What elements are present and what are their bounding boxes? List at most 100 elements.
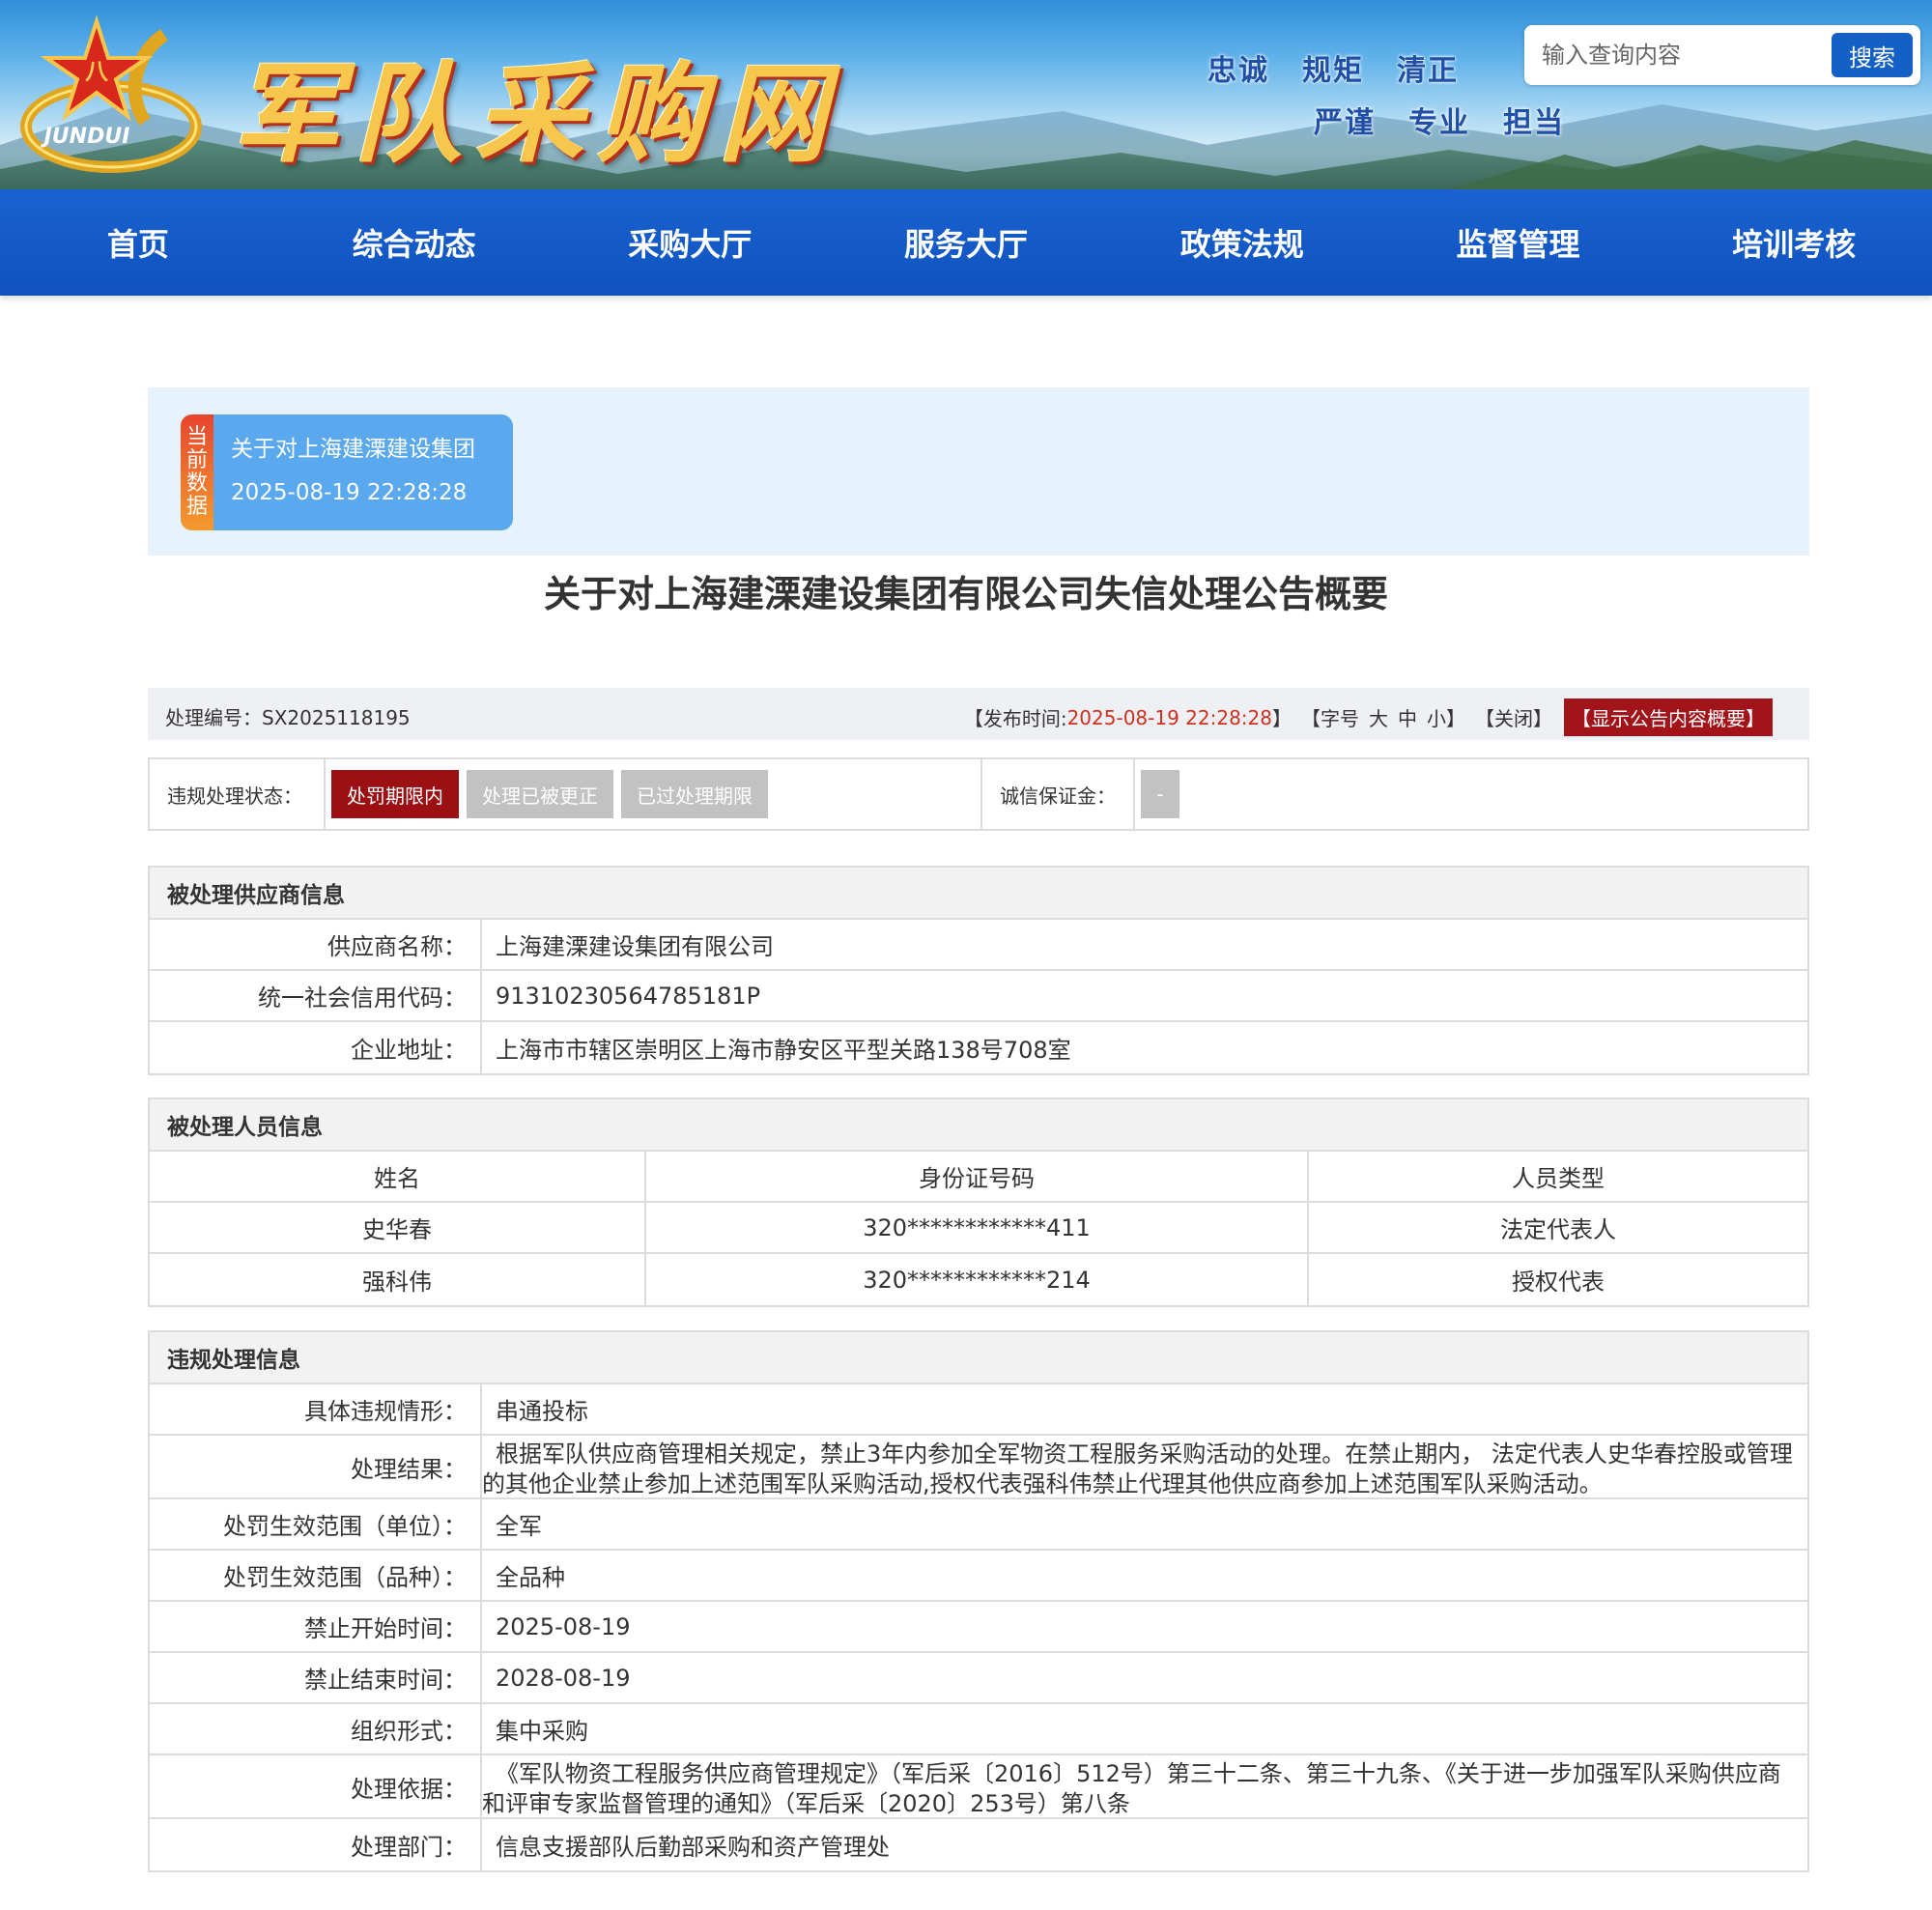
section-title: 违规处理信息: [150, 1332, 1807, 1384]
person-name: 史华春: [150, 1203, 646, 1252]
legal-basis: 《军队物资工程服务供应商管理规定》（军后采〔2016〕512号）第三十二条、第三…: [482, 1760, 1781, 1817]
current-data-title: 关于对上海建溧建设集团: [231, 437, 475, 462]
info-row: 统一社会信用代码： 91310230564785181P: [150, 971, 1807, 1022]
violation-section: 违规处理信息 具体违规情形： 串通投标 处理结果： 根据军队供应商管理相关规定，…: [148, 1330, 1809, 1872]
current-data-card[interactable]: 当前数据 关于对上海建溧建设集团 2025-08-19 22:28:28: [181, 414, 513, 530]
nav-item-training[interactable]: 培训考核: [1656, 189, 1932, 296]
row-label: 处罚生效范围（品种）：: [150, 1551, 482, 1600]
status-row: 违规处理状态： 处罚期限内 处理已被更正 已过处理期限 诚信保证金： -: [148, 757, 1809, 831]
info-row: 处理部门： 信息支援部队后勤部采购和资产管理处: [150, 1819, 1807, 1870]
page-title: 关于对上海建溧建设集团有限公司失信处理公告概要: [543, 573, 1388, 615]
info-row: 具体违规情形： 串通投标: [150, 1384, 1807, 1436]
case-number-label: 处理编号：: [165, 706, 262, 729]
credit-code: 91310230564785181P: [496, 982, 761, 1010]
font-size-large[interactable]: 大: [1369, 703, 1388, 731]
motto-row-2: 严谨 专业 担当: [1314, 99, 1598, 141]
row-label: 禁止结束时间：: [150, 1653, 482, 1702]
close-link[interactable]: 【关闭】: [1475, 703, 1552, 731]
info-row: 企业地址： 上海市市辖区崇明区上海市静安区平型关路138号708室: [150, 1022, 1807, 1073]
person-name: 强科伟: [150, 1254, 646, 1305]
nav-item-supervision[interactable]: 监督管理: [1380, 189, 1657, 296]
person-id: 320************214: [646, 1254, 1309, 1305]
deposit-badge: -: [1141, 770, 1179, 818]
handling-department: 信息支援部队后勤部采购和资产管理处: [496, 1834, 890, 1861]
meta-bar: 处理编号：SX2025118195 【发布时间: 2025-08-19 22:2…: [148, 688, 1809, 740]
case-number: 处理编号：SX2025118195: [165, 702, 411, 730]
info-row: 禁止结束时间： 2028-08-19: [150, 1653, 1807, 1704]
current-data-strip: 当前数据 关于对上海建溧建设集团 2025-08-19 22:28:28: [148, 387, 1809, 556]
svg-text:JUNDUI: JUNDUI: [41, 125, 130, 149]
section-title: 被处理供应商信息: [150, 868, 1807, 920]
info-row: 处理依据： 《军队物资工程服务供应商管理规定》（军后采〔2016〕512号）第三…: [150, 1755, 1807, 1819]
army-logo[interactable]: 八 JUNDUI: [19, 14, 213, 180]
info-row: 禁止开始时间： 2025-08-19: [150, 1602, 1807, 1653]
table-row: 史华春 320************411 法定代表人: [150, 1203, 1807, 1254]
company-address: 上海市市辖区崇明区上海市静安区平型关路138号708室: [496, 1037, 1071, 1064]
row-label: 组织形式：: [150, 1704, 482, 1753]
status-label: 违规处理状态：: [150, 759, 326, 829]
nav-item-policy[interactable]: 政策法规: [1104, 189, 1380, 296]
deposit-label: 诚信保证金：: [982, 759, 1135, 829]
search-box: 搜索: [1524, 25, 1920, 85]
nav-item-news[interactable]: 综合动态: [276, 189, 553, 296]
penalty-result: 根据军队供应商管理相关规定，禁止3年内参加全军物资工程服务采购活动的处理。在禁止…: [482, 1440, 1793, 1497]
persons-section: 被处理人员信息 姓名 身份证号码 人员类型 史华春 320***********…: [148, 1098, 1809, 1307]
motto-word: 专业: [1408, 106, 1470, 140]
nav-item-home[interactable]: 首页: [0, 189, 276, 296]
supplier-section: 被处理供应商信息 供应商名称： 上海建溧建设集团有限公司 统一社会信用代码： 9…: [148, 866, 1809, 1075]
info-row: 处罚生效范围（品种）： 全品种: [150, 1551, 1807, 1602]
nav-item-service-hall[interactable]: 服务大厅: [828, 189, 1104, 296]
section-title: 被处理人员信息: [150, 1099, 1807, 1152]
search-input[interactable]: [1524, 25, 1832, 85]
person-type: 授权代表: [1512, 1269, 1605, 1296]
font-size-small[interactable]: 小】: [1427, 703, 1465, 731]
motto-word: 严谨: [1314, 106, 1376, 140]
search-button[interactable]: 搜索: [1832, 33, 1913, 77]
row-label: 禁止开始时间：: [150, 1602, 482, 1651]
person-type: 法定代表人: [1500, 1216, 1616, 1243]
site-title: 军队采购网: [232, 51, 840, 178]
row-label: 供应商名称：: [150, 920, 482, 969]
info-row: 组织形式： 集中采购: [150, 1704, 1807, 1755]
nav-item-procurement-hall[interactable]: 采购大厅: [552, 189, 828, 296]
publish-close: 】: [1272, 707, 1292, 730]
scope-category: 全品种: [496, 1564, 565, 1591]
row-label: 处理依据：: [150, 1755, 482, 1817]
meta-actions: 【发布时间: 2025-08-19 22:28:28】 【字号 大 中 小】 【…: [964, 698, 1773, 736]
table-header-row: 姓名 身份证号码 人员类型: [150, 1152, 1807, 1203]
header-banner: 八 JUNDUI 军队采购网 忠诚规矩清正 严谨专业担当 搜索: [0, 0, 1932, 189]
row-label: 处理结果：: [150, 1436, 482, 1497]
info-row: 处罚生效范围（单位）： 全军: [150, 1499, 1807, 1551]
motto-row-1: 忠诚 规矩 清正: [1208, 46, 1492, 89]
column-header: 姓名: [150, 1152, 646, 1201]
column-header: 身份证号码: [646, 1152, 1309, 1201]
organization-form: 集中采购: [496, 1718, 588, 1745]
info-row: 供应商名称： 上海建溧建设集团有限公司: [150, 920, 1807, 971]
font-size-medium[interactable]: 中: [1398, 703, 1417, 731]
current-data-datetime: 2025-08-19 22:28:28: [231, 480, 468, 505]
row-label: 统一社会信用代码：: [150, 971, 482, 1020]
info-row: 处理结果： 根据军队供应商管理相关规定，禁止3年内参加全军物资工程服务采购活动的…: [150, 1436, 1807, 1499]
status-badge-corrected: 处理已被更正: [467, 770, 613, 818]
deposit-cell: -: [1135, 759, 1807, 829]
current-data-tag: 当前数据: [181, 414, 213, 530]
row-label: 企业地址：: [150, 1022, 482, 1073]
main-nav: 首页 综合动态 采购大厅 服务大厅 政策法规 监督管理 培训考核: [0, 189, 1932, 296]
motto-word: 忠诚: [1208, 54, 1269, 88]
row-label: 处罚生效范围（单位）：: [150, 1499, 482, 1549]
publish-label: 【发布时间:: [963, 707, 1067, 730]
table-row: 强科伟 320************214 授权代表: [150, 1254, 1807, 1305]
ban-end-date: 2028-08-19: [496, 1664, 631, 1692]
row-label: 具体违规情形：: [150, 1384, 482, 1434]
motto-word: 担当: [1503, 106, 1565, 140]
column-header: 人员类型: [1512, 1165, 1605, 1192]
case-number-value: SX2025118195: [262, 706, 411, 729]
status-badge-in-penalty: 处罚期限内: [331, 770, 459, 818]
status-badges: 处罚期限内 处理已被更正 已过处理期限: [326, 759, 982, 829]
scope-unit: 全军: [496, 1513, 542, 1540]
motto-word: 规矩: [1302, 54, 1364, 88]
publish-time: 2025-08-19 22:28:28: [1066, 705, 1272, 729]
show-summary-button[interactable]: 【显示公告内容概要】: [1564, 698, 1773, 736]
violation-type: 串通投标: [496, 1398, 588, 1425]
row-label: 处理部门：: [150, 1819, 482, 1870]
